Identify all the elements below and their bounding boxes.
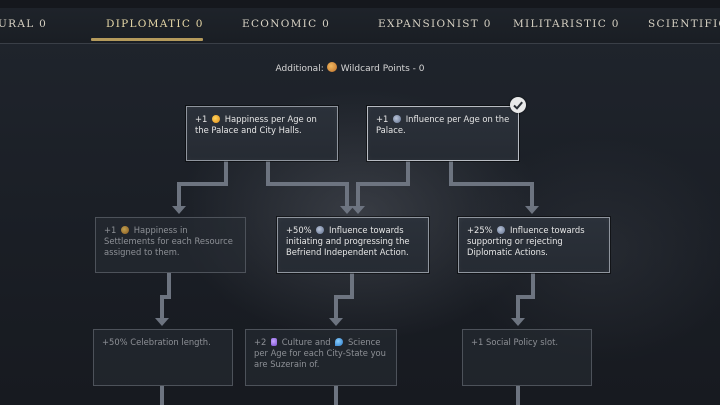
node-value: +1 (376, 114, 389, 124)
node-influence-diplomatic[interactable]: +25% Influence towards supporting or rej… (458, 217, 610, 273)
science-icon (335, 338, 344, 346)
arrow-n3 (172, 206, 186, 214)
node-text: +50% Celebration length. (102, 337, 211, 347)
node-celebration-length[interactable]: +50% Celebration length. (93, 329, 233, 386)
arrow-n7 (329, 318, 343, 326)
node-happiness-palace[interactable]: +1 Happiness per Age on the Palace and C… (186, 106, 338, 161)
completed-check-icon (510, 97, 526, 113)
node-text-mid: Culture and (281, 337, 331, 347)
node-value: +50% (286, 225, 312, 235)
connector-n1-n3 (177, 161, 228, 206)
connector-n2-n4 (356, 161, 410, 206)
arrow-n6 (155, 318, 169, 326)
influence-icon (393, 115, 402, 123)
node-influence-palace[interactable]: +1 Influence per Age on the Palace. (367, 106, 519, 161)
node-value: +25% (467, 225, 493, 235)
arrow-n8 (511, 318, 525, 326)
culture-icon (271, 338, 278, 346)
node-text: +1 Social Policy slot. (471, 337, 559, 347)
arrow-n5 (525, 206, 539, 214)
happiness-icon (121, 226, 130, 234)
node-happiness-resources[interactable]: +1 Happiness in Settlements for each Res… (95, 217, 246, 273)
connector-n5-n8 (516, 273, 535, 318)
arrow-n4b (351, 206, 365, 214)
connector-n4-n7 (334, 273, 354, 318)
node-culture-science-suzerain[interactable]: +2 Culture and Science per Age for each … (245, 329, 397, 386)
influence-icon (497, 226, 506, 234)
influence-icon (316, 226, 325, 234)
happiness-icon (212, 115, 221, 123)
connector-n2-n5 (449, 161, 534, 206)
node-value: +1 (195, 114, 208, 124)
node-value: +1 (104, 225, 117, 235)
connector-n1-n4 (266, 161, 349, 206)
arrow-n4a (340, 206, 354, 214)
node-influence-befriend[interactable]: +50% Influence towards initiating and pr… (277, 217, 429, 273)
connector-n3-n6 (160, 273, 171, 318)
node-value: +2 (254, 337, 267, 347)
node-social-policy-slot[interactable]: +1 Social Policy slot. (462, 329, 592, 386)
